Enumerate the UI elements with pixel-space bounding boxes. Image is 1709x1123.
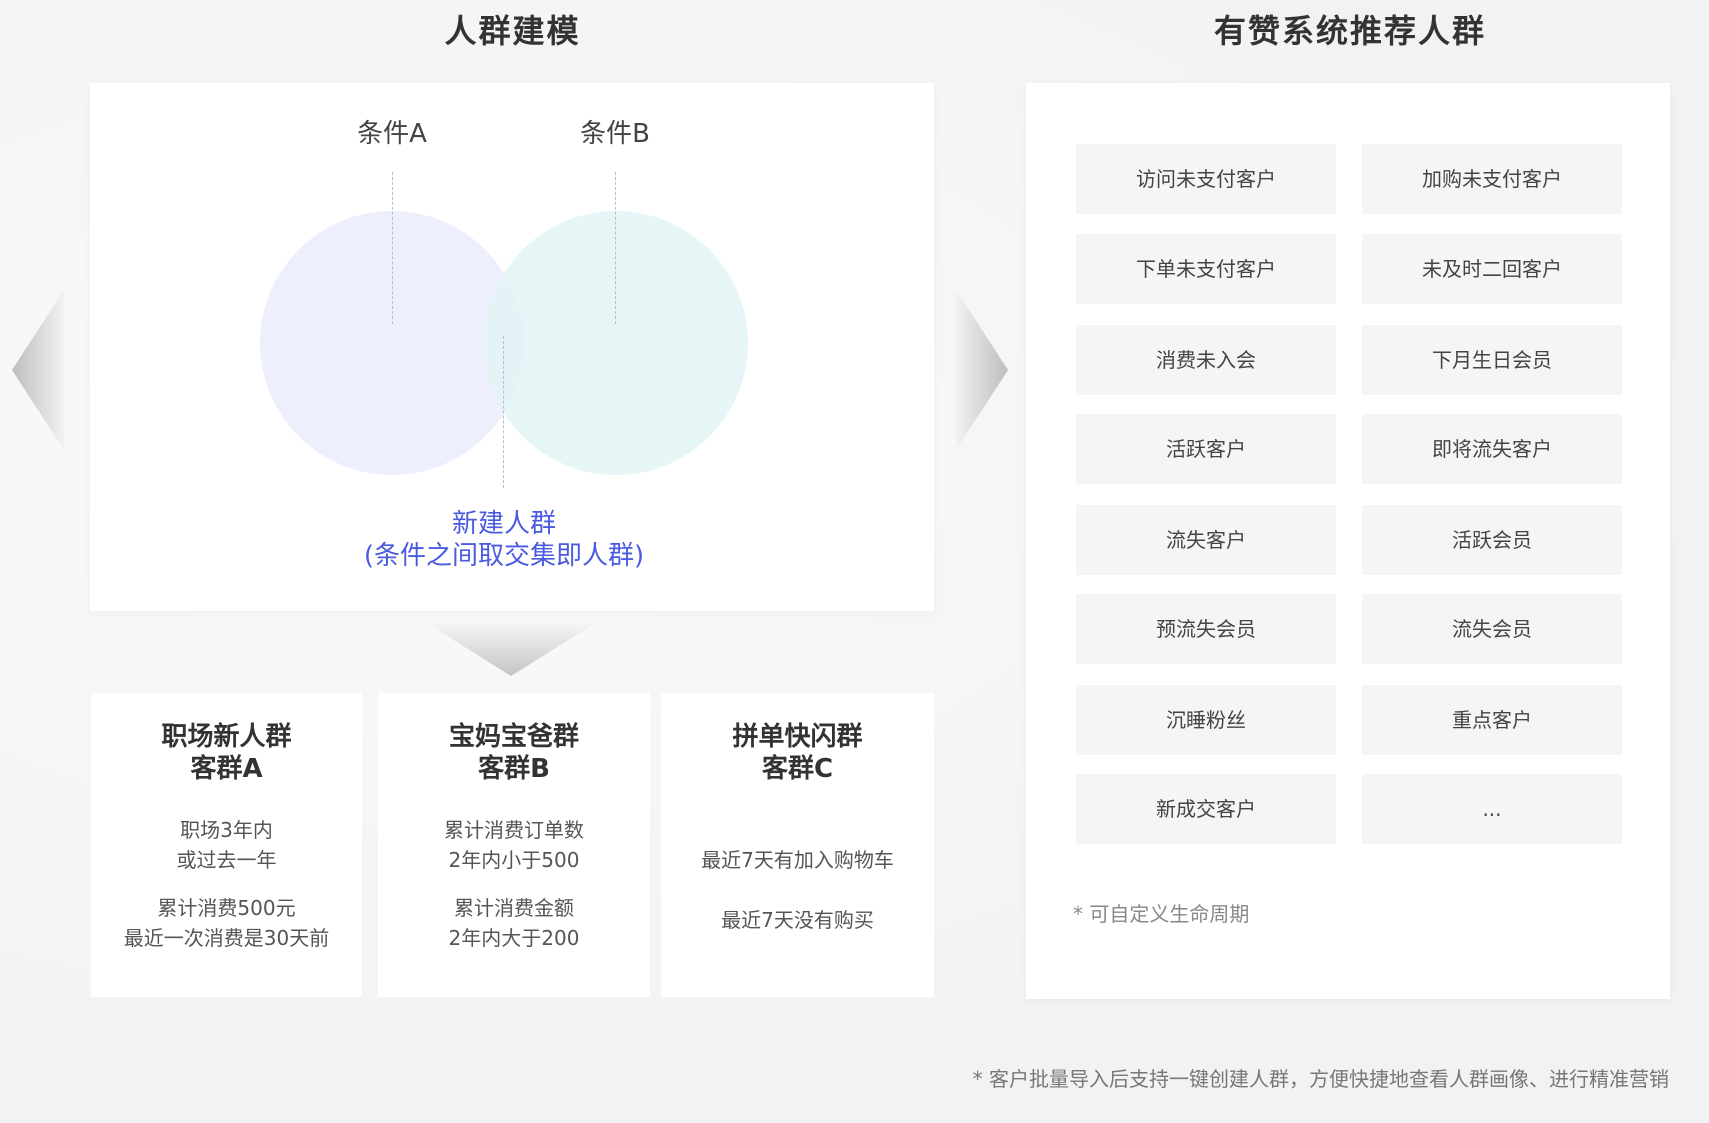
group-card-a: 职场新人群 客群A 职场3年内 或过去一年 累计消费500元 最近一次消费是30…	[91, 693, 362, 997]
card-condition-line: 累计消费订单数	[444, 818, 584, 842]
down-arrow-icon	[428, 624, 594, 676]
recommend-tag[interactable]: 重点客户	[1362, 685, 1622, 755]
new-crowd-caption: 新建人群	[451, 509, 556, 539]
card-condition-line: 最近7天有加入购物车	[701, 848, 894, 872]
card-condition-line: 2年内小于500	[448, 848, 580, 872]
left-arrow-icon	[12, 290, 64, 450]
group-card-b: 宝妈宝爸群 客群B 累计消费订单数 2年内小于500 累计消费金额 2年内大于2…	[378, 693, 650, 997]
card-title: 职场新人群	[161, 722, 292, 752]
recommend-tag[interactable]: 活跃会员	[1362, 505, 1622, 575]
card-condition-line: 累计消费500元	[157, 896, 296, 920]
recommend-tag[interactable]: 预流失会员	[1076, 594, 1336, 664]
intersection-caption: (条件之间取交集即人群)	[363, 541, 645, 571]
custom-lifecycle-note: * 可自定义生命周期	[1073, 902, 1250, 926]
intersection-dashed-line	[503, 336, 504, 488]
recommend-tag[interactable]: 新成交客户	[1076, 774, 1336, 844]
card-condition-line: 最近一次消费是30天前	[123, 926, 330, 950]
recommend-tag[interactable]: 下月生日会员	[1362, 325, 1622, 395]
recommend-tag[interactable]: 加购未支付客户	[1362, 144, 1622, 214]
condition-a-dashed-line	[392, 172, 393, 324]
card-condition-line: 累计消费金额	[454, 896, 574, 920]
recommend-tag[interactable]: ...	[1362, 774, 1622, 844]
card-title: 拼单快闪群	[732, 722, 863, 752]
section-title-crowd-modeling: 人群建模	[444, 12, 581, 50]
recommend-tag[interactable]: 流失客户	[1076, 505, 1336, 575]
card-condition-line: 最近7天没有购买	[721, 908, 874, 932]
card-subtitle: 客群A	[190, 754, 263, 784]
group-card-c: 拼单快闪群 客群C 最近7天有加入购物车 最近7天没有购买	[661, 693, 934, 997]
venn-diagram	[260, 211, 748, 475]
recommend-tag[interactable]: 下单未支付客户	[1076, 234, 1336, 304]
condition-a-label: 条件A	[357, 119, 427, 149]
card-condition-line: 或过去一年	[176, 848, 277, 872]
section-title-recommended-crowds: 有赞系统推荐人群	[1213, 12, 1486, 50]
footer-note: * 客户批量导入后支持一键创建人群，方便快捷地查看人群画像、进行精准营销	[972, 1067, 1669, 1091]
condition-b-label: 条件B	[580, 119, 650, 149]
card-condition-line: 2年内大于200	[448, 926, 580, 950]
card-condition-line: 职场3年内	[180, 818, 273, 842]
card-title: 宝妈宝爸群	[448, 722, 579, 752]
venn-circle-b	[484, 211, 748, 475]
recommend-tag[interactable]: 即将流失客户	[1362, 414, 1622, 484]
recommend-tag[interactable]: 未及时二回客户	[1362, 234, 1622, 304]
card-subtitle: 客群B	[478, 754, 550, 784]
recommend-tag[interactable]: 访问未支付客户	[1076, 144, 1336, 214]
recommend-tag[interactable]: 沉睡粉丝	[1076, 685, 1336, 755]
recommend-tag[interactable]: 流失会员	[1362, 594, 1622, 664]
card-subtitle: 客群C	[761, 754, 834, 784]
recommend-tag[interactable]: 消费未入会	[1076, 325, 1336, 395]
condition-b-dashed-line	[615, 172, 616, 324]
right-arrow-icon	[956, 290, 1008, 450]
recommend-tag[interactable]: 活跃客户	[1076, 414, 1336, 484]
